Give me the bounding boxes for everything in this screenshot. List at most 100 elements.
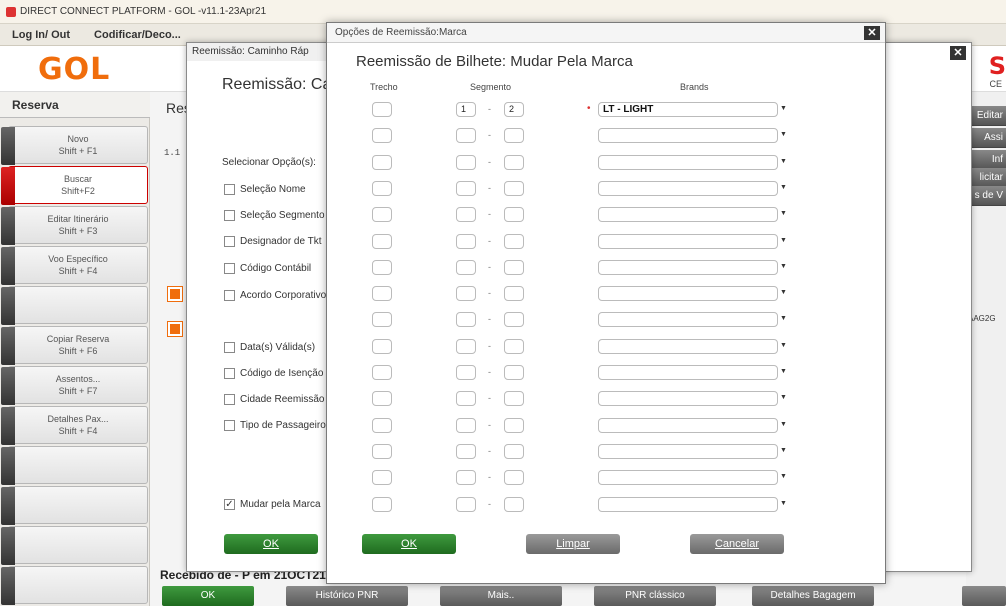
segment-to-input[interactable] [504,128,524,143]
pnr-classico-button[interactable]: PNR clássico [594,586,716,606]
chevron-down-icon[interactable]: ▼ [780,500,787,507]
trecho-checkbox[interactable] [372,102,392,117]
chevron-down-icon[interactable]: ▼ [780,394,787,401]
segment-to-input[interactable] [504,365,524,380]
segment-from-input[interactable] [456,444,476,459]
segment-from-input[interactable] [456,497,476,512]
trecho-checkbox[interactable] [372,339,392,354]
menu-codificar[interactable]: Codificar/Deco... [82,29,193,41]
brand-select[interactable] [598,365,778,380]
brand-select[interactable] [598,234,778,249]
trecho-checkbox[interactable] [372,470,392,485]
trecho-checkbox[interactable] [372,128,392,143]
checkbox[interactable] [224,183,235,195]
brand-select[interactable] [598,470,778,485]
segment-to-input[interactable]: 2 [504,102,524,117]
option-selecao-segmento[interactable]: Seleção Segmento [224,208,330,222]
trecho-checkbox[interactable] [372,286,392,301]
segment-to-input[interactable] [504,260,524,275]
close-icon[interactable]: ✕ [950,46,966,60]
sidebar-item-editar-itinerario[interactable]: Editar Itinerário Shift + F3 [1,206,148,245]
option-selecao-nome[interactable]: Seleção Nome [224,182,330,196]
segment-to-input[interactable] [504,391,524,406]
sidebar-item-empty[interactable] [1,566,148,605]
segment-from-input[interactable]: 1 [456,102,476,117]
brand-select[interactable] [598,444,778,459]
chevron-down-icon[interactable]: ▼ [780,342,787,349]
checkbox[interactable] [224,262,235,274]
brand-select[interactable] [598,128,778,143]
opcoes-ok-button[interactable]: OK [362,534,456,554]
trecho-checkbox[interactable] [372,207,392,222]
trecho-checkbox[interactable] [372,260,392,275]
segment-from-input[interactable] [456,365,476,380]
checkbox[interactable] [224,419,235,431]
sidebar-item-blank[interactable] [1,286,148,325]
segment-to-input[interactable] [504,470,524,485]
chevron-down-icon[interactable]: ▼ [780,158,787,165]
segment-to-input[interactable] [504,418,524,433]
option-acordo-corporativo[interactable]: Acordo Corporativo [224,288,330,302]
segment-from-input[interactable] [456,207,476,222]
chevron-down-icon[interactable]: ▼ [780,237,787,244]
chevron-down-icon[interactable]: ▼ [780,289,787,296]
segment-from-input[interactable] [456,391,476,406]
reemissao-ok-button[interactable]: OK [224,534,318,554]
detalhes-bagagem-button[interactable]: Detalhes Bagagem [752,586,874,606]
segment-to-input[interactable] [504,444,524,459]
trecho-checkbox[interactable] [372,497,392,512]
bottom-extra-button[interactable] [962,586,1006,606]
sidebar-item-novo[interactable]: Novo Shift + F1 [1,126,148,165]
checkbox[interactable] [224,289,235,301]
brand-select[interactable] [598,418,778,433]
brand-select[interactable] [598,155,778,170]
segment-to-input[interactable] [504,181,524,196]
trecho-checkbox[interactable] [372,418,392,433]
option-designador-tkt[interactable]: Designador de Tkt [224,234,330,248]
segment-from-input[interactable] [456,312,476,327]
option-cidade-reemissao[interactable]: Cidade Reemissão [224,392,330,406]
segment-from-input[interactable] [456,234,476,249]
brand-select[interactable] [598,260,778,275]
segment-to-input[interactable] [504,207,524,222]
checkbox-checked[interactable]: ✓ [224,498,235,510]
segment-to-input[interactable] [504,312,524,327]
trecho-checkbox[interactable] [372,365,392,380]
trecho-checkbox[interactable] [372,181,392,196]
sidebar-item-empty[interactable] [1,446,148,485]
segment-from-input[interactable] [456,155,476,170]
option-codigo-contabil[interactable]: Código Contábil [224,261,330,275]
sidebar-item-copiar-reserva[interactable]: Copiar Reserva Shift + F6 [1,326,148,365]
trecho-checkbox[interactable] [372,234,392,249]
segment-to-input[interactable] [504,497,524,512]
sidebar-item-empty[interactable] [1,486,148,525]
chevron-down-icon[interactable]: ▼ [780,263,787,270]
right-button-assi[interactable]: Assi [966,128,1006,148]
brand-select[interactable] [598,391,778,406]
segment-from-input[interactable] [456,128,476,143]
sidebar-item-empty[interactable] [1,526,148,565]
chevron-down-icon[interactable]: ▼ [780,210,787,217]
historico-pnr-button[interactable]: Histórico PNR [286,586,408,606]
checkbox[interactable] [224,393,235,405]
chevron-down-icon[interactable]: ▼ [780,421,787,428]
trecho-checkbox[interactable] [372,312,392,327]
close-icon[interactable]: ✕ [864,26,880,40]
segment-from-input[interactable] [456,418,476,433]
trecho-checkbox[interactable] [372,444,392,459]
segment-from-input[interactable] [456,260,476,275]
option-mudar-pela-marca[interactable]: ✓ Mudar pela Marca [224,497,330,511]
sidebar-item-buscar[interactable]: Buscar Shift+F2 [1,166,148,205]
right-button-inf[interactable]: Inf [966,150,1006,170]
segment-to-input[interactable] [504,339,524,354]
chevron-down-icon[interactable]: ▼ [780,315,787,322]
menu-login[interactable]: Log In/ Out [0,29,82,41]
trecho-checkbox[interactable] [372,391,392,406]
checkbox[interactable] [224,209,235,221]
option-datas-validas[interactable]: Data(s) Válida(s) [224,340,330,354]
trecho-checkbox[interactable] [372,155,392,170]
checkbox[interactable] [224,341,235,353]
chevron-down-icon[interactable]: ▼ [780,131,787,138]
sidebar-item-detalhes-pax[interactable]: Detalhes Pax... Shift + F4 [1,406,148,445]
right-button-s-de-v[interactable]: s de V [966,186,1006,206]
